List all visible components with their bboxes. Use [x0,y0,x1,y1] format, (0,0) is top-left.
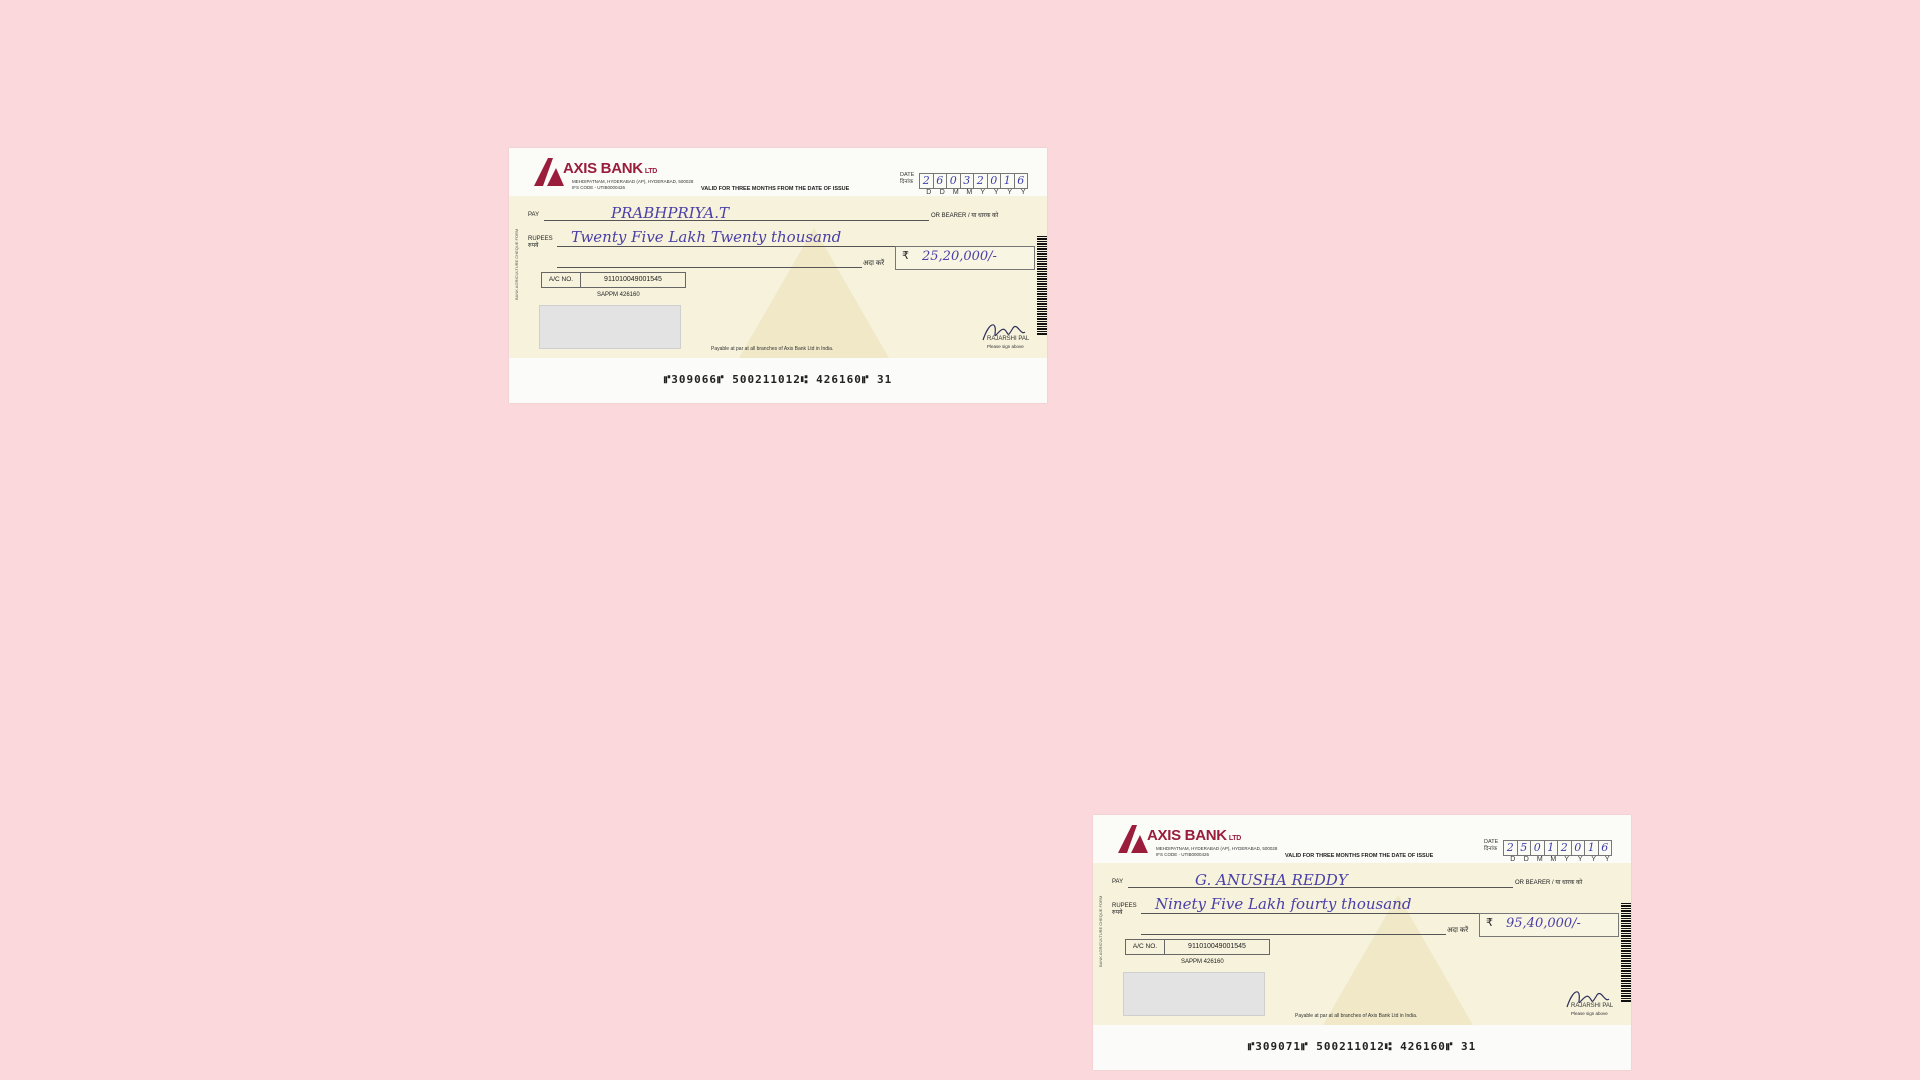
bearer-label: OR BEARER / या धारक को [931,213,999,219]
side-print: BANK AGRICULTURE CHEQUE FORM [1098,895,1103,967]
date-format-letter: M [966,189,973,196]
account-number-label: A/C NO. [1125,939,1165,955]
date-digit: 6 [1597,840,1612,856]
amount-box: ₹ 25,20,000/- [895,246,1035,270]
date-format-letter: D [1523,856,1529,863]
bank-name: AXIS BANK LTD [1147,827,1241,844]
date-label: DATE दिनांक [1484,839,1499,852]
amount-in-figures: 95,40,000/- [1506,916,1581,931]
date-field: 26032016 [919,173,1028,189]
date-digit: 6 [932,173,946,189]
payable-note: Payable at par at all branches of Axis B… [1295,1013,1418,1019]
date-digit: 3 [959,173,973,189]
cheque-card: AXIS BANK LTD MEHDIPATNAM, HYDERABAD (AP)… [1093,815,1631,1070]
date-digit: 2 [973,173,987,189]
rupee-icon: ₹ [1486,916,1493,929]
account-number: 911010049001545 [1164,939,1270,955]
payee-line [544,220,929,221]
rupee-icon: ₹ [902,249,909,262]
sappm-code: SAPPM 426160 [1181,959,1224,965]
payee-name: PRABHPRIYA.T [611,204,729,222]
amount-words-line-2 [557,267,862,268]
barcode-strip [1037,236,1047,336]
account-number: 911010049001545 [580,272,686,288]
date-format-letter: Y [1564,856,1570,863]
signatory-block: RAJARSHI PAL Please sign above [1571,1003,1614,1016]
micr-line: ⑈309071⑈ 500211012⑆ 426160⑈ 31 [1247,1040,1477,1053]
amount-in-figures: 25,20,000/- [922,249,997,264]
micr-line: ⑈309066⑈ 500211012⑆ 426160⑈ 31 [663,373,893,386]
validity-note: VALID FOR THREE MONTHS FROM THE DATE OF … [701,186,850,192]
ifs-code: IFS CODE - UTIB0000426 [1156,852,1210,857]
date-format-letter: Y [1591,856,1597,863]
date-digit: 2 [1503,840,1517,856]
date-format-letter: M [952,189,959,196]
date-format-letter: M [1550,856,1557,863]
rupees-label: RUPEES रुपये [1112,903,1137,916]
cheque-card: AXIS BANK LTD MEHDIPATNAM, HYDERABAD (AP)… [509,148,1047,403]
date-digit: 0 [986,173,1000,189]
amount-in-words: Twenty Five Lakh Twenty thousand [571,228,842,246]
barcode-strip [1621,903,1631,1003]
date-field: 25012016 [1503,840,1612,856]
ifs-code: IFS CODE - UTIB0000426 [572,185,626,190]
bank-name: AXIS BANK LTD [563,160,657,177]
branch-address: MEHDIPATNAM, HYDERABAD (AP), HYDERABAD, … [1156,846,1278,857]
amount-words-line [557,246,897,247]
date-format-letter: Y [1020,189,1026,196]
axis-logo-icon [534,158,564,186]
branch-address: MEHDIPATNAM, HYDERABAD (AP), HYDERABAD, … [572,179,694,190]
sappm-code: SAPPM 426160 [597,292,640,298]
date-digit: 0 [1570,840,1584,856]
payee-name: G. ANUSHA REDDY [1195,871,1348,889]
date-digit: 2 [919,173,933,189]
date-format-letter: D [1510,856,1516,863]
ada-kare-label: अदा करें [1447,927,1469,934]
bearer-label: OR BEARER / या धारक को [1515,880,1583,886]
pay-label: PAY [528,212,540,218]
date-digit: 2 [1557,840,1571,856]
axis-logo-icon [1118,825,1148,853]
date-format-letter: D [926,189,932,196]
date-digit: 6 [1013,173,1028,189]
amount-box: ₹ 95,40,000/- [1479,913,1619,937]
signature-window [539,305,681,349]
rupees-label: RUPEES रुपये [528,236,553,249]
date-digit: 1 [1000,173,1014,189]
date-format-letter: Y [1577,856,1583,863]
ada-kare-label: अदा करें [863,260,885,267]
date-format-row: DDMMYYYY [922,189,1030,196]
date-digit: 5 [1516,840,1530,856]
date-format-letter: M [1536,856,1543,863]
signature-window [1123,972,1265,1016]
date-format-row: DDMMYYYY [1506,856,1614,863]
side-print: BANK AGRICULTURE CHEQUE FORM [514,228,519,300]
amount-words-line-2 [1141,934,1446,935]
date-digit: 0 [946,173,960,189]
pay-label: PAY [1112,879,1124,885]
date-format-letter: Y [993,189,999,196]
date-digit: 1 [1543,840,1557,856]
date-digit: 1 [1584,840,1598,856]
date-format-letter: Y [1604,856,1610,863]
axis-watermark [739,228,889,358]
date-format-letter: D [939,189,945,196]
amount-in-words: Ninety Five Lakh fourty thousand [1155,895,1412,913]
validity-note: VALID FOR THREE MONTHS FROM THE DATE OF … [1285,853,1434,859]
date-format-letter: Y [1007,189,1013,196]
signatory-block: RAJARSHI PAL Please sign above [987,336,1030,349]
amount-words-line [1141,913,1481,914]
payable-note: Payable at par at all branches of Axis B… [711,346,834,352]
date-label: DATE दिनांक [900,172,915,185]
date-format-letter: Y [980,189,986,196]
account-number-label: A/C NO. [541,272,581,288]
axis-watermark [1323,895,1473,1025]
date-digit: 0 [1530,840,1544,856]
